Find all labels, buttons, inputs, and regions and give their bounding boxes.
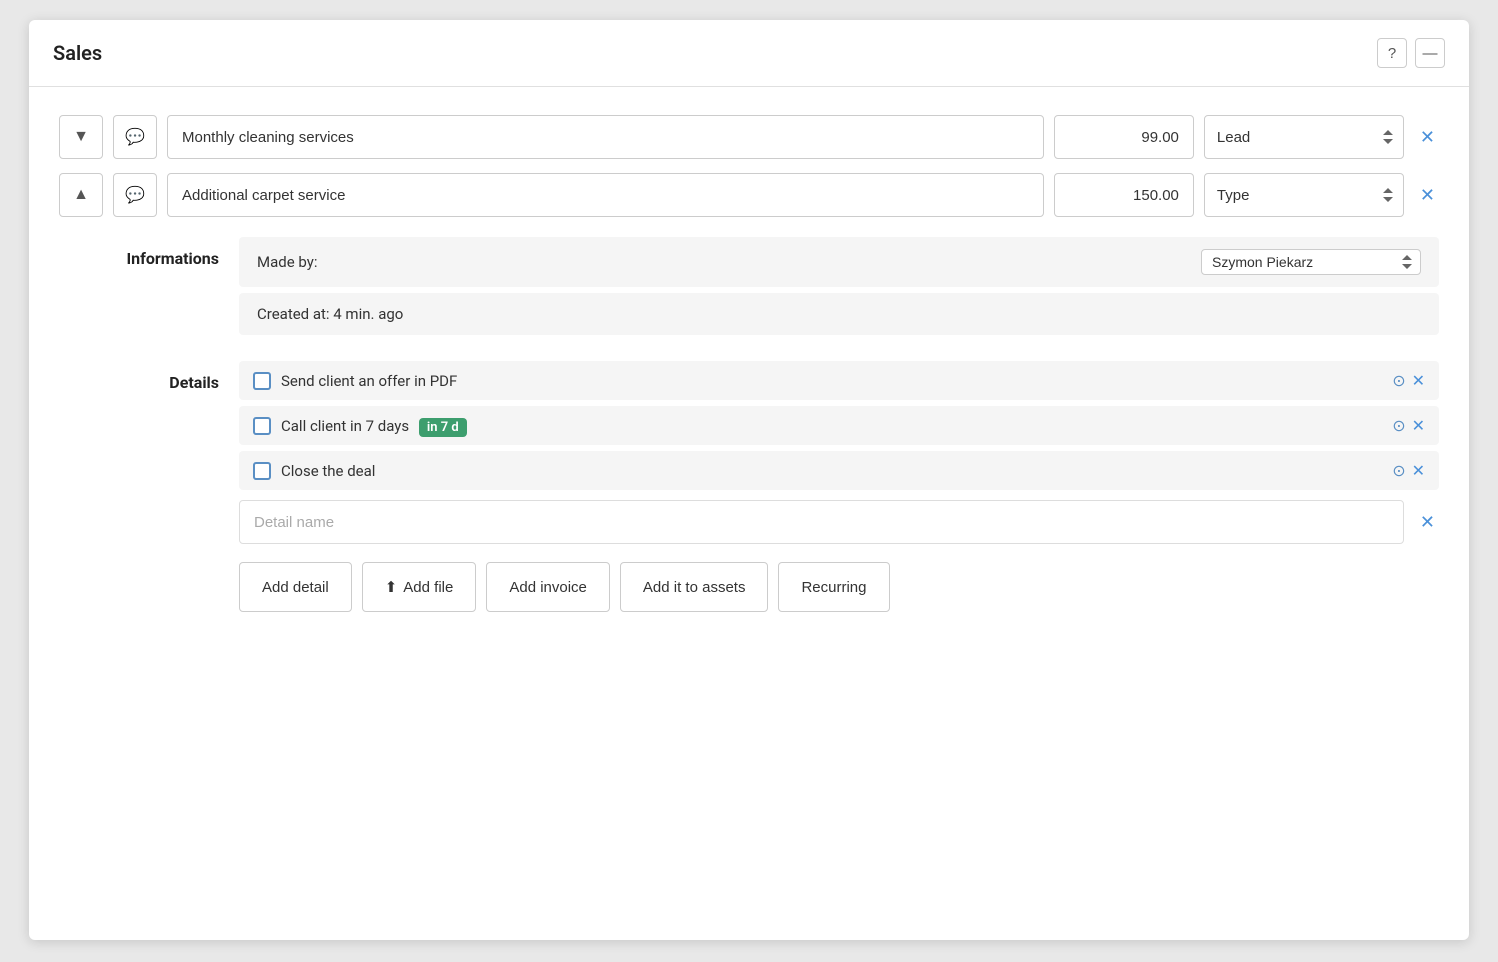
action-buttons: Add detail ⬆ Add file Add invoice Add it… — [239, 562, 1439, 612]
item-row-2: ▲ 💬 Lead Type Other ✕ — [59, 173, 1439, 217]
remove-detail-1-icon[interactable]: ✕ — [1412, 371, 1425, 390]
title-bar: Sales ? — — [29, 20, 1469, 87]
help-button[interactable]: ? — [1377, 38, 1407, 68]
created-at-text: Created at: 4 min. ago — [257, 305, 403, 323]
chevron-down-icon: ▼ — [73, 128, 89, 146]
remove-row-1-icon[interactable]: ✕ — [1416, 123, 1439, 152]
detail-badge-2: in 7 d — [419, 418, 467, 437]
details-section: Details Send client an offer in PDF ⊙ ✕ … — [59, 361, 1439, 612]
made-by-label: Made by: — [257, 253, 317, 271]
schedule-icon-1[interactable]: ⊙ — [1392, 371, 1405, 390]
item-row-1: ▼ 💬 Lead Type Other ✕ — [59, 115, 1439, 159]
detail-actions-1: ⊙ ✕ — [1392, 371, 1425, 390]
detail-actions-2: ⊙ ✕ — [1392, 416, 1425, 435]
comment-button-2[interactable]: 💬 — [113, 173, 157, 217]
add-file-button[interactable]: ⬆ Add file — [362, 562, 477, 612]
collapse-button-1[interactable]: ▼ — [59, 115, 103, 159]
minimize-button[interactable]: — — [1415, 38, 1445, 68]
service-name-input-1[interactable] — [167, 115, 1044, 159]
clear-detail-name-icon[interactable]: ✕ — [1416, 508, 1439, 537]
details-content: Send client an offer in PDF ⊙ ✕ Call cli… — [239, 361, 1439, 612]
remove-row-2-icon[interactable]: ✕ — [1416, 181, 1439, 210]
add-detail-button[interactable]: Add detail — [239, 562, 352, 612]
informations-content: Made by: Szymon Piekarz Created at: 4 mi… — [239, 237, 1439, 341]
type-select-1[interactable]: Lead Type Other — [1204, 115, 1404, 159]
informations-section: Informations Made by: Szymon Piekarz Cre… — [59, 237, 1439, 341]
detail-actions-3: ⊙ ✕ — [1392, 461, 1425, 480]
detail-item-3: Close the deal ⊙ ✕ — [239, 451, 1439, 490]
comment-button-1[interactable]: 💬 — [113, 115, 157, 159]
comment-icon-1: 💬 — [125, 127, 145, 147]
detail-text-2: Call client in 7 days in 7 d — [281, 417, 1382, 435]
made-by-box: Made by: Szymon Piekarz — [239, 237, 1439, 287]
service-name-input-2[interactable] — [167, 173, 1044, 217]
remove-detail-2-icon[interactable]: ✕ — [1412, 416, 1425, 435]
detail-text-3: Close the deal — [281, 462, 1382, 480]
schedule-icon-2[interactable]: ⊙ — [1392, 416, 1405, 435]
amount-input-1[interactable] — [1054, 115, 1194, 159]
made-by-select[interactable]: Szymon Piekarz — [1201, 249, 1421, 275]
detail-name-input[interactable] — [239, 500, 1404, 544]
detail-checkbox-3[interactable] — [253, 462, 271, 480]
informations-label: Informations — [59, 237, 219, 341]
detail-item-2: Call client in 7 days in 7 d ⊙ ✕ — [239, 406, 1439, 445]
window-title: Sales — [53, 41, 102, 65]
type-select-2[interactable]: Lead Type Other — [1204, 173, 1404, 217]
chevron-up-icon: ▲ — [73, 186, 89, 204]
detail-checkbox-2[interactable] — [253, 417, 271, 435]
amount-input-2[interactable] — [1054, 173, 1194, 217]
collapse-button-2[interactable]: ▲ — [59, 173, 103, 217]
schedule-icon-3[interactable]: ⊙ — [1392, 461, 1405, 480]
detail-item-1: Send client an offer in PDF ⊙ ✕ — [239, 361, 1439, 400]
recurring-button[interactable]: Recurring — [778, 562, 889, 612]
detail-text-1: Send client an offer in PDF — [281, 372, 1382, 390]
created-at-box: Created at: 4 min. ago — [239, 293, 1439, 335]
add-to-assets-button[interactable]: Add it to assets — [620, 562, 769, 612]
title-bar-controls: ? — — [1377, 38, 1445, 68]
add-invoice-button[interactable]: Add invoice — [486, 562, 610, 612]
comment-icon-2: 💬 — [125, 185, 145, 205]
detail-name-row: ✕ — [239, 500, 1439, 544]
content-area: ▼ 💬 Lead Type Other ✕ ▲ 💬 — [29, 87, 1469, 656]
details-label: Details — [59, 361, 219, 612]
detail-checkbox-1[interactable] — [253, 372, 271, 390]
upload-icon: ⬆ — [385, 578, 398, 596]
remove-detail-3-icon[interactable]: ✕ — [1412, 461, 1425, 480]
